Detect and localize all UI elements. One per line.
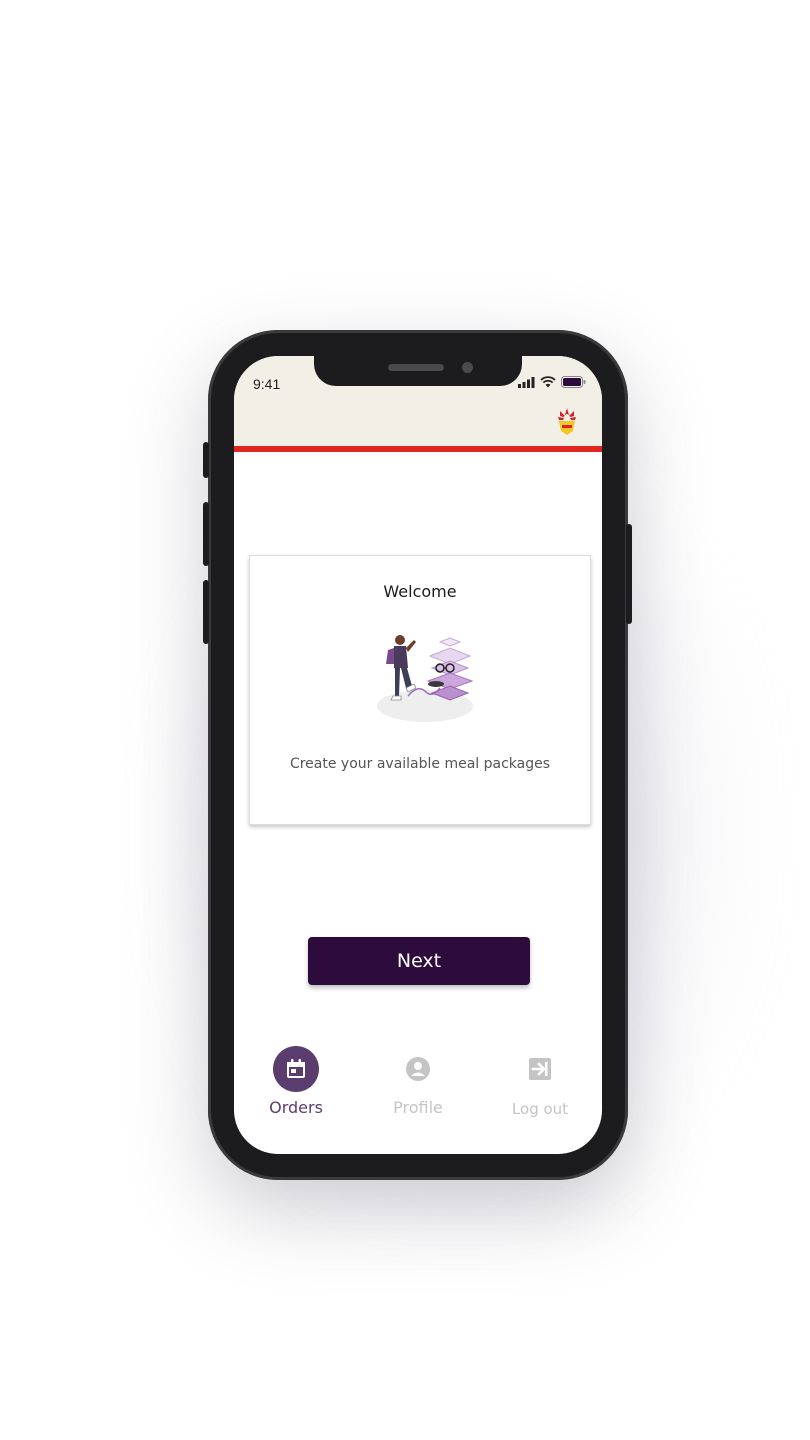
volume-down-button	[203, 580, 209, 644]
app-header: 9:41	[234, 356, 602, 446]
nav-item-profile[interactable]: Profile	[358, 1046, 478, 1117]
nav-label-profile: Profile	[393, 1098, 443, 1117]
phone-frame: 9:41 Welcome Create your available meal …	[203, 330, 632, 1180]
user-icon	[406, 1057, 430, 1081]
status-icons	[518, 376, 586, 388]
battery-icon	[561, 376, 586, 388]
wifi-icon	[540, 376, 556, 388]
brand-logo-icon	[558, 408, 576, 435]
nav-label-orders: Orders	[269, 1098, 323, 1117]
welcome-card: Welcome Create your available meal packa…	[249, 555, 591, 825]
front-camera	[462, 362, 473, 373]
orders-icon-badge	[273, 1046, 319, 1092]
header-accent-line	[234, 446, 602, 452]
calendar-icon	[287, 1059, 305, 1078]
speaker-grille	[388, 364, 444, 371]
volume-up-button	[203, 502, 209, 566]
phone-screen: 9:41 Welcome Create your available meal …	[234, 356, 602, 1154]
mockup-stage: 9:41 Welcome Create your available meal …	[0, 0, 810, 1440]
signal-icon	[518, 376, 535, 388]
bottom-navigation: Orders Profile Log out	[234, 1046, 602, 1146]
card-title: Welcome	[383, 582, 457, 601]
status-time: 9:41	[253, 376, 281, 392]
phone-notch	[314, 356, 522, 386]
power-button	[626, 524, 632, 624]
nav-label-logout: Log out	[511, 1100, 569, 1118]
nav-item-logout[interactable]: Log out	[480, 1046, 600, 1118]
card-description: Create your available meal packages	[289, 756, 551, 772]
mute-switch	[203, 442, 209, 478]
meal-illustration	[377, 635, 474, 722]
logout-icon	[529, 1058, 551, 1080]
nav-item-orders[interactable]: Orders	[236, 1046, 356, 1117]
next-button[interactable]: Next	[308, 937, 530, 985]
